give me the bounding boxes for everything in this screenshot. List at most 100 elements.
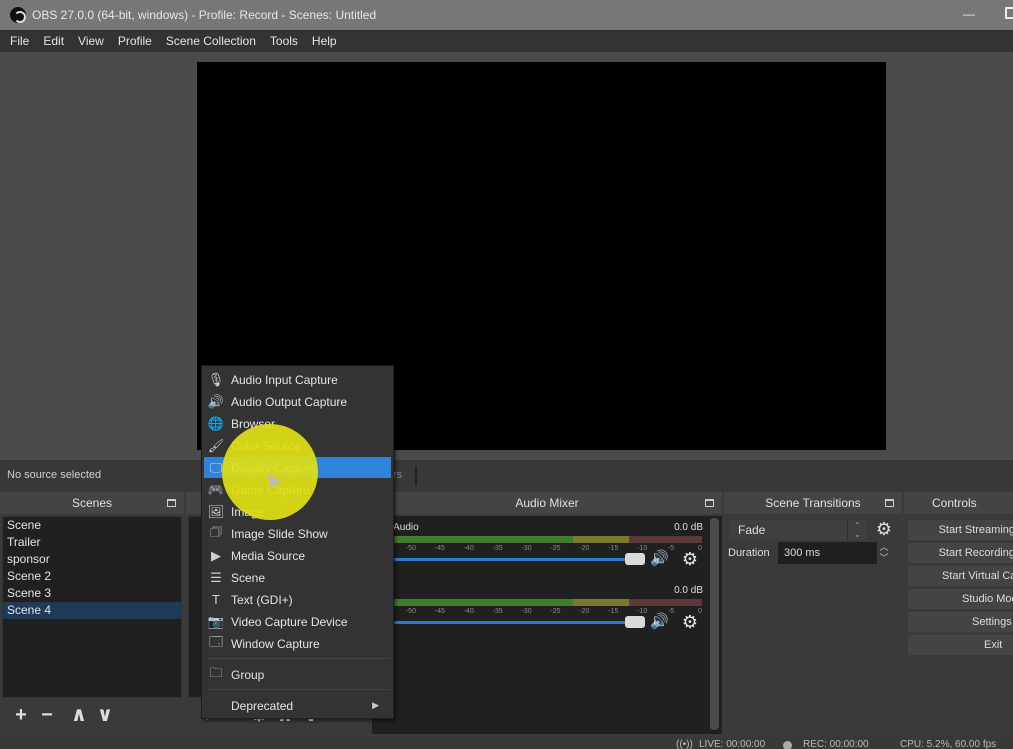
menu-item-image-slide-show[interactable]: 🗇 Image Slide Show (204, 523, 391, 544)
play-icon: ▶ (211, 547, 221, 563)
add-scene-button[interactable]: + (8, 703, 34, 727)
move-scene-down-button[interactable]: ∨ (92, 703, 118, 727)
menu-tools[interactable]: Tools (263, 34, 305, 48)
start-streaming-button[interactable]: Start Streaming (908, 520, 1013, 540)
gear-icon[interactable]: ⚙ (680, 612, 700, 632)
button-label: Start Virtual Camera (942, 570, 1013, 582)
scenes-header: Scenes (0, 492, 184, 514)
scene-item[interactable]: Scene (3, 517, 181, 534)
source-toolbar: No source selected rs (0, 460, 1013, 492)
start-virtual-camera-button[interactable]: Start Virtual Camera (908, 566, 1013, 586)
undock-icon[interactable] (885, 499, 894, 507)
meter-tick-label: -25 (550, 608, 561, 615)
audio-mixer-title: Audio Mixer (515, 496, 579, 510)
camera-icon: 📷 (207, 613, 225, 629)
menu-file[interactable]: File (3, 34, 36, 48)
menu-item-audio-input-capture[interactable]: 🎙 Audio Input Capture (204, 369, 391, 390)
menu-item-group[interactable]: 🗀 Group (204, 664, 391, 685)
window-icon: 🗔 (208, 633, 224, 649)
no-source-label: No source selected (7, 469, 102, 481)
window-title: OBS 27.0.0 (64-bit, windows) - Profile: … (32, 8, 377, 22)
duration-input[interactable]: 300 ms (778, 542, 884, 564)
volume-slider-handle[interactable] (625, 616, 645, 628)
scene-item[interactable]: Scene 2 (3, 568, 181, 585)
button-label: Studio Mode (962, 593, 1013, 605)
select-arrows-icon: ⌃ ⌄ (847, 520, 867, 540)
menu-item-text-gdi[interactable]: T Text (GDI+) (204, 589, 391, 610)
menu-edit[interactable]: Edit (36, 34, 71, 48)
menu-item-label: Group (231, 667, 265, 682)
maximize-button[interactable] (1005, 7, 1013, 19)
gear-icon[interactable]: ⚙ (680, 549, 700, 569)
speaker-icon[interactable]: 🔊 (650, 551, 672, 567)
volume-slider[interactable] (372, 558, 637, 561)
transition-select[interactable]: Fade ⌃ ⌄ (729, 520, 867, 540)
menu-item-video-capture-device[interactable]: 📷 Video Capture Device (204, 611, 391, 632)
meter-green (372, 536, 574, 543)
undock-icon[interactable] (705, 499, 714, 507)
meter-tick-label: -25 (550, 545, 561, 552)
meter-yellow (573, 599, 630, 606)
menu-item-deprecated[interactable]: Deprecated ▶ (204, 695, 391, 716)
remove-scene-button[interactable]: − (34, 703, 60, 727)
obs-logo-icon (10, 7, 26, 23)
menu-item-browser[interactable]: 🌐 Browser (204, 413, 391, 434)
menu-item-audio-output-capture[interactable]: 🔊 Audio Output Capture (204, 391, 391, 412)
filters-button[interactable]: rs (393, 469, 402, 481)
volume-slider[interactable] (372, 621, 637, 624)
duration-spinner[interactable]: ︿ ﹀ (877, 542, 891, 564)
duration-label: Duration (728, 547, 770, 559)
button-label: Exit (984, 639, 1003, 651)
menu-item-label: Window Capture (231, 636, 320, 651)
menu-item-window-capture[interactable]: 🗔 Window Capture (204, 633, 391, 654)
scenes-title: Scenes (71, 496, 113, 510)
toolbar-separator (415, 466, 417, 486)
minimize-button[interactable]: — (962, 7, 976, 21)
scene-item[interactable]: Scene 3 (3, 585, 181, 602)
meter-tick-label: -50 (405, 608, 416, 615)
undock-icon[interactable] (167, 499, 176, 507)
menu-help[interactable]: Help (305, 34, 344, 48)
channel-db: 0.0 dB (674, 522, 703, 533)
menu-scene-collection[interactable]: Scene Collection (159, 34, 263, 48)
meter-tick-label: -40 (463, 608, 474, 615)
start-recording-button[interactable]: Start Recording (908, 543, 1013, 563)
menu-separator (210, 658, 390, 659)
preview-area (0, 52, 1013, 460)
menu-item-label: Video Capture Device (231, 614, 348, 629)
gamepad-icon: 🎮 (207, 481, 225, 497)
scene-item[interactable]: sponsor (3, 551, 181, 568)
scene-item[interactable]: Trailer (3, 534, 181, 551)
settings-button[interactable]: Settings (908, 612, 1013, 632)
volume-meter (372, 599, 702, 606)
gear-icon[interactable]: ⚙ (874, 519, 894, 539)
speaker-icon[interactable]: 🔊 (650, 614, 672, 630)
exit-button[interactable]: Exit (908, 635, 1013, 655)
scene-item-selected[interactable]: Scene 4 (3, 602, 181, 619)
slideshow-icon: 🗇 (209, 523, 223, 539)
menu-item-scene[interactable]: ☰ Scene (204, 567, 391, 588)
scene-transitions-header: Scene Transitions (724, 492, 902, 514)
meter-tick-label: -35 (492, 608, 503, 615)
volume-slider-handle[interactable] (625, 553, 645, 565)
menu-profile[interactable]: Profile (111, 34, 159, 48)
meter-tick-label: -20 (579, 608, 590, 615)
menu-item-media-source[interactable]: ▶ Media Source (204, 545, 391, 566)
menu-view[interactable]: View (71, 34, 111, 48)
controls-header: Controls (904, 492, 1013, 514)
move-scene-up-button[interactable]: ∧ (66, 703, 92, 727)
scene-transitions-dock: Scene Transitions Fade ⌃ ⌄ ⚙ Duration 300… (724, 492, 902, 734)
globe-icon: 🌐 (207, 415, 225, 431)
status-bar: ((•)) LIVE: 00:00:00 REC: 00:00:00 CPU: … (0, 736, 1013, 749)
menu-item-label: Text (GDI+) (231, 592, 293, 607)
add-source-menu: 🎙 Audio Input Capture 🔊 Audio Output Captur… (201, 365, 394, 719)
scenes-toolbar: + − ∧ ∨ (0, 700, 118, 730)
audio-mixer-header: Audio Mixer (372, 492, 722, 514)
meter-tick-label: -20 (579, 545, 590, 552)
button-label: Start Recording (938, 547, 1013, 559)
cpu-fps: CPU: 5.2%, 60.00 fps (900, 739, 997, 749)
controls-title: Controls (932, 496, 977, 510)
meter-tick-label: -50 (405, 545, 416, 552)
mixer-scrollbar[interactable] (710, 518, 719, 730)
studio-mode-button[interactable]: Studio Mode (908, 589, 1013, 609)
